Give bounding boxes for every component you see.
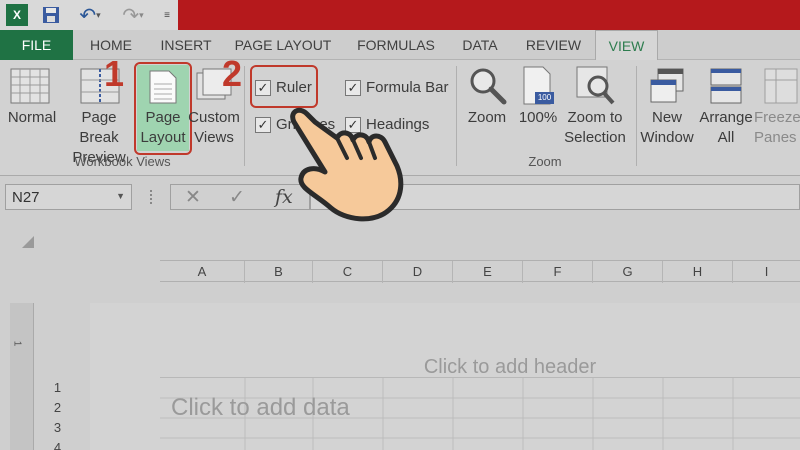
cancel-icon[interactable]: ✕ [185,186,201,209]
data-placeholder[interactable]: Click to add data [171,394,350,422]
column-header-h[interactable]: H [663,261,733,283]
zoom-to-selection-label-1: Zoom to [567,109,623,126]
column-header-a[interactable]: A [160,261,245,283]
ribbon-separator [456,66,457,166]
row-header-4[interactable]: 4 [45,440,70,450]
new-window-label-1: New [651,109,682,126]
ribbon-separator [244,66,245,166]
name-box-value: N27 [12,189,40,206]
arrange-all-button[interactable]: Arrange All [696,108,756,148]
customize-toolbar-icon[interactable]: ≡ [160,4,174,26]
arrange-all-icon [710,68,742,104]
tab-data[interactable]: DATA [452,30,508,60]
custom-views-button[interactable]: Custom Views [188,108,240,148]
zoom-to-selection-label-2: Selection [564,129,626,146]
zoom-to-selection-button[interactable]: Zoom to Selection [560,108,630,148]
custom-views-label-1: Custom [188,109,240,126]
name-box[interactable]: N27 ▼ [5,184,132,210]
step-1-number: 1 [104,53,125,94]
row-header-2[interactable]: 2 [45,400,70,415]
enter-icon[interactable]: ✓ [229,186,245,209]
formula-bar-label: Formula Bar [366,79,449,96]
page-break-label-1: Page Break [79,109,119,146]
column-header-g[interactable]: G [593,261,663,283]
quick-access-toolbar: X ↶ ▾ ↷ ▾ ≡ [0,0,178,30]
excel-logo-icon: X [6,4,28,26]
tab-formulas[interactable]: FORMULAS [347,30,445,60]
column-header-c[interactable]: C [313,261,383,283]
header-placeholder[interactable]: Click to add header [90,356,800,379]
tab-file[interactable]: FILE [0,30,73,60]
name-box-resize-handle[interactable] [150,190,154,204]
cell-grid[interactable]: Click to add data [160,377,800,450]
new-window-label-2: Window [640,129,694,146]
freeze-panes-label-1: Freeze [754,109,800,126]
workbook-views-group-label: Workbook Views [74,154,171,169]
new-window-button[interactable]: New Window [636,108,698,148]
freeze-panes-label-2: Panes ▾ [754,129,800,146]
normal-button[interactable]: Normal [2,108,62,128]
column-header-f[interactable]: F [523,261,593,283]
column-headers: A B C D E F G H I [160,260,800,283]
pointing-hand-icon [285,100,410,230]
arrange-all-label-2: All [717,129,735,146]
formula-bar-checkbox[interactable]: ✓ [345,80,361,96]
row-header-3[interactable]: 3 [45,420,70,435]
tab-review[interactable]: REVIEW [516,30,591,60]
title-bar [178,0,800,30]
normal-view-icon [10,68,50,104]
undo-icon[interactable]: ↶ ▾ [75,4,105,27]
zoom-100-button[interactable]: 100% [514,108,562,128]
vertical-ruler: 1 [10,303,34,450]
column-header-d[interactable]: D [383,261,453,283]
column-header-i[interactable]: I [733,261,800,283]
zoom-100-icon-text: 100 [537,93,552,102]
select-all-corner-icon[interactable] [22,236,34,248]
redo-icon[interactable]: ↷ ▾ [118,4,148,27]
arrange-all-label-1: Arrange [699,109,753,126]
zoom-to-selection-icon [576,66,616,106]
zoom-group-label: Zoom [528,154,562,169]
new-window-icon [650,68,684,104]
freeze-panes-icon [764,68,798,104]
step-2-number: 2 [222,53,243,94]
column-header-b[interactable]: B [245,261,313,283]
zoom-button[interactable]: Zoom [462,108,512,128]
tab-page-layout[interactable]: PAGE LAYOUT [230,30,336,60]
name-box-dropdown-icon[interactable]: ▼ [116,191,125,201]
tab-view[interactable]: VIEW [595,30,658,61]
step1-highlight [134,62,192,155]
custom-views-label-2: Views [194,129,234,146]
ruler-mark: 1 [11,340,23,347]
freeze-panes-button: Freeze Panes ▾ [754,108,800,148]
save-icon[interactable] [40,4,62,26]
row-header-1[interactable]: 1 [45,380,70,395]
tab-insert[interactable]: INSERT [150,30,222,60]
gridlines-checkbox[interactable]: ✓ [255,117,271,133]
zoom-icon [468,66,508,106]
zoom-100-icon: 100 [523,66,555,106]
column-header-e[interactable]: E [453,261,523,283]
